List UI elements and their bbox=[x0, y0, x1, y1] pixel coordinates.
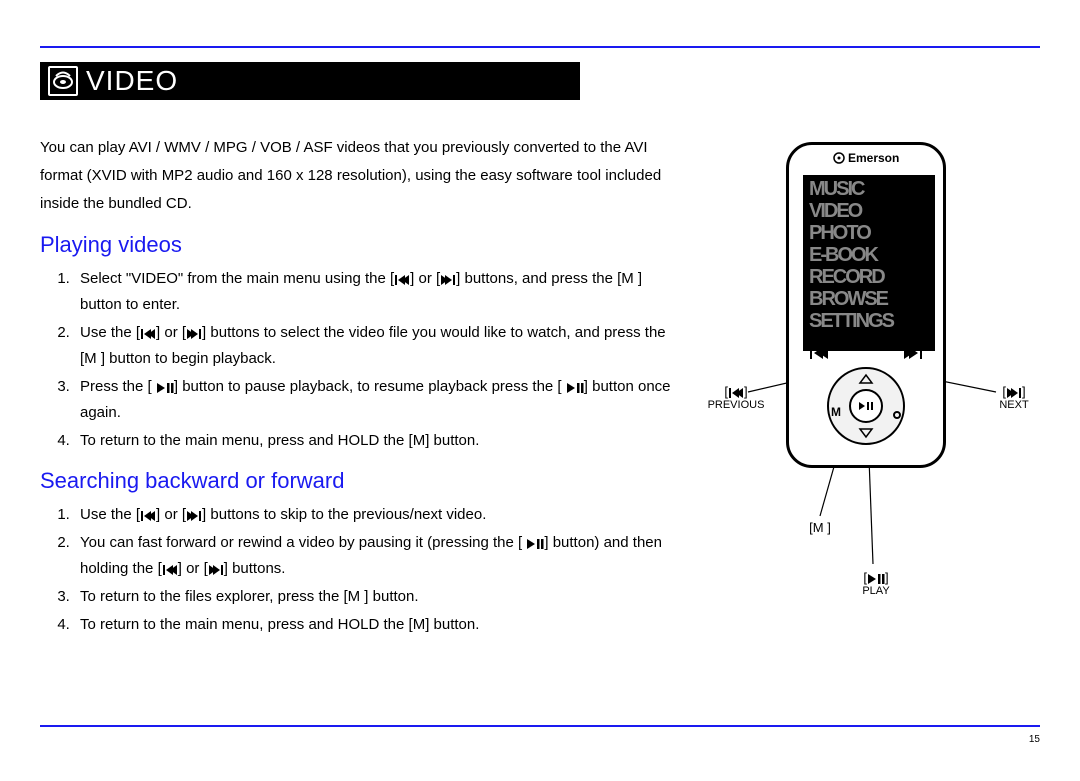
heading-searching: Searching backward or forward bbox=[40, 468, 676, 494]
video-disc-icon bbox=[48, 66, 78, 96]
device-prev-button bbox=[809, 345, 829, 361]
list-item: To return to the main menu, press and HO… bbox=[74, 612, 676, 638]
top-rule bbox=[40, 46, 1040, 48]
list-item: Use the [] or [] buttons to skip to the … bbox=[74, 502, 676, 528]
next-track-icon bbox=[440, 274, 456, 286]
list-item: Select "VIDEO" from the main menu using … bbox=[74, 266, 676, 318]
list-item: You can fast forward or rewind a video b… bbox=[74, 530, 676, 582]
device-record-button bbox=[893, 411, 901, 419]
list-item: To return to the main menu, press and HO… bbox=[74, 428, 676, 454]
device-menu-item: PHOTO bbox=[809, 223, 929, 245]
next-track-icon bbox=[186, 510, 202, 522]
section-banner: VIDEO bbox=[40, 62, 580, 100]
device-wheel-up-icon bbox=[858, 373, 874, 385]
device-controls: M bbox=[803, 345, 929, 445]
text-column: You can play AVI / WMV / MPG / VOB / ASF… bbox=[40, 134, 676, 640]
list-item: Use the [] or [] buttons to select the v… bbox=[74, 320, 676, 372]
device-menu-item: BROWSE bbox=[809, 289, 929, 311]
device-menu-list: MUSIC VIDEO PHOTO E-BOOK RECORD BROWSE S… bbox=[803, 175, 935, 337]
device-wheel-down-icon bbox=[858, 427, 874, 439]
device-m-button: M bbox=[831, 405, 841, 419]
annotation-previous: [] PREVIOUS bbox=[700, 384, 772, 411]
searching-steps-list: Use the [] or [] buttons to skip to the … bbox=[40, 502, 676, 638]
bottom-rule bbox=[40, 725, 1040, 727]
intro-paragraph: You can play AVI / WMV / MPG / VOB / ASF… bbox=[40, 134, 676, 218]
device-body: Emerson MUSIC VIDEO PHOTO E-BOOK RECORD … bbox=[786, 142, 946, 468]
previous-track-icon bbox=[728, 387, 744, 399]
annotation-next: [] NEXT bbox=[988, 384, 1040, 411]
next-track-icon bbox=[186, 328, 202, 340]
device-illustration-column: Emerson MUSIC VIDEO PHOTO E-BOOK RECORD … bbox=[700, 134, 1040, 640]
playing-steps-list: Select "VIDEO" from the main menu using … bbox=[40, 266, 676, 454]
device-menu-item: MUSIC bbox=[809, 179, 929, 201]
annotation-play: [] PLAY bbox=[846, 570, 906, 597]
heading-playing-videos: Playing videos bbox=[40, 232, 676, 258]
annotation-m: [M ] bbox=[800, 520, 840, 535]
previous-track-icon bbox=[162, 564, 178, 576]
play-pause-icon bbox=[858, 401, 874, 411]
page-number: 15 bbox=[1029, 734, 1040, 745]
next-track-icon bbox=[1006, 387, 1022, 399]
play-pause-icon bbox=[566, 382, 584, 394]
next-track-icon bbox=[208, 564, 224, 576]
play-pause-icon bbox=[526, 538, 544, 550]
previous-track-icon bbox=[140, 510, 156, 522]
section-title: VIDEO bbox=[86, 65, 178, 97]
list-item: To return to the files explorer, press t… bbox=[74, 584, 676, 610]
device-menu-item: E-BOOK bbox=[809, 245, 929, 267]
device-wheel-center bbox=[849, 389, 883, 423]
device-brand: Emerson bbox=[789, 151, 943, 165]
play-pause-icon bbox=[156, 382, 174, 394]
device-menu-item: SETTINGS bbox=[809, 311, 929, 333]
previous-track-icon bbox=[140, 328, 156, 340]
manual-page: VIDEO You can play AVI / WMV / MPG / VOB… bbox=[0, 0, 1080, 781]
previous-track-icon bbox=[394, 274, 410, 286]
device-illustration: Emerson MUSIC VIDEO PHOTO E-BOOK RECORD … bbox=[700, 134, 1040, 604]
play-pause-icon bbox=[867, 573, 885, 585]
list-item: Press the [ ] button to pause playback, … bbox=[74, 374, 676, 426]
device-menu-item: RECORD bbox=[809, 267, 929, 289]
device-next-button bbox=[903, 345, 923, 361]
device-screen: MUSIC VIDEO PHOTO E-BOOK RECORD BROWSE S… bbox=[803, 175, 935, 351]
device-menu-item: VIDEO bbox=[809, 201, 929, 223]
